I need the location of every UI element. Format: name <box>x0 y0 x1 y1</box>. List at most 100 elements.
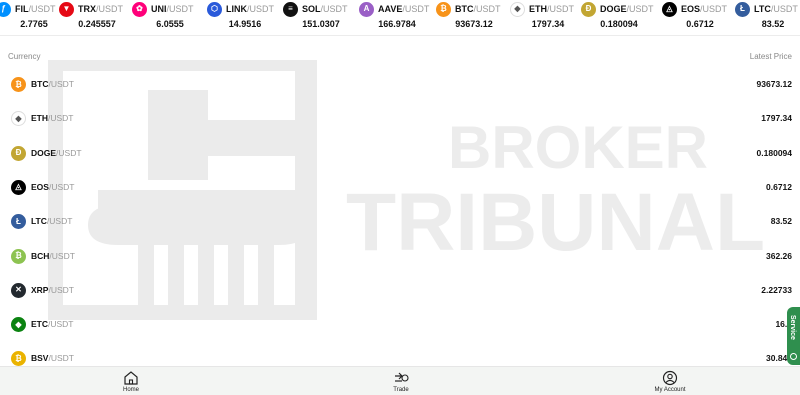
nav-home[interactable]: Home <box>101 370 161 393</box>
ticker-pair: ◆ ETH/USDT <box>510 1 574 17</box>
ticker-price: 166.9784 <box>378 19 416 29</box>
ticker-pair: ✿ UNI/USDT <box>132 1 194 17</box>
ticker-item-eth[interactable]: ◆ ETH/USDT 1797.34 <box>510 0 586 36</box>
account-icon <box>662 370 678 386</box>
trx-icon: ▼ <box>59 1 74 17</box>
aave-icon: A <box>359 1 374 17</box>
ticker-quote: /USDT <box>547 4 574 14</box>
btc-icon: ₿ <box>436 1 451 17</box>
market-latest-price: 2.22733 <box>761 284 792 295</box>
doge-icon: Ð <box>581 1 596 17</box>
nav-my-account[interactable]: My Account <box>640 370 700 393</box>
market-row-ltc[interactable]: Ł LTC/USDT 83.52 <box>0 209 800 235</box>
nav-trade[interactable]: Trade <box>371 370 431 393</box>
market-quote: /USDT <box>48 113 74 124</box>
ticker-price: 1797.34 <box>531 19 565 29</box>
market-row-eos[interactable]: ◬ EOS/USDT 0.6712 <box>0 175 800 201</box>
ticker-item-trx[interactable]: ▼ TRX/USDT 0.245557 <box>59 0 135 36</box>
currency-column-header: Currency <box>8 52 41 61</box>
doge-icon: Ð <box>11 145 26 161</box>
ticker-symbol: BTC <box>455 4 474 14</box>
market-symbol: DOGE <box>31 147 57 158</box>
market-pair: ETH/USDT <box>31 113 74 123</box>
market-latest-price: 1797.34 <box>761 113 792 124</box>
ticker-item-uni[interactable]: ✿ UNI/USDT 6.0555 <box>132 0 208 36</box>
ticker-item-doge[interactable]: Ð DOGE/USDT 0.180094 <box>581 0 657 36</box>
market-quote: /USDT <box>48 319 74 330</box>
ticker-item-link[interactable]: ⬡ LINK/USDT 14.9516 <box>207 0 283 36</box>
market-symbol: EOS <box>31 181 49 192</box>
service-dot-icon <box>790 353 797 360</box>
ticker-item-aave[interactable]: A AAVE/USDT 166.9784 <box>359 0 435 36</box>
ticker-item-sol[interactable]: ≡ SOL/USDT 151.0307 <box>283 0 359 36</box>
market-pair: ETC/USDT <box>31 319 74 329</box>
ticker-quote: /USDT <box>28 4 56 14</box>
ticker-symbol: EOS <box>681 4 701 14</box>
ticker-pair: ▼ TRX/USDT <box>59 1 123 17</box>
market-quote: /USDT <box>48 181 75 192</box>
ticker-price: 0.245557 <box>78 19 116 29</box>
market-quote: /USDT <box>48 284 74 295</box>
market-symbol: BSV <box>31 353 49 364</box>
eth-icon: ◆ <box>11 111 26 127</box>
market-row-eth[interactable]: ◆ ETH/USDT 1797.34 <box>0 106 800 132</box>
ticker-pair: ⬡ LINK/USDT <box>207 1 274 17</box>
fil-icon: ƒ <box>0 1 11 17</box>
ticker-quote: /USDT <box>626 4 654 14</box>
ticker-pair: ≡ SOL/USDT <box>283 1 348 17</box>
price-ticker: ƒ FIL/USDT 2.7765 ▼ TRX/USDT 0.245557 ✿ UNI/USD… <box>0 0 800 36</box>
market-symbol: BCH <box>31 250 50 261</box>
ticker-symbol: ETH <box>529 4 547 14</box>
ticker-symbol: AAVE <box>378 4 403 14</box>
market-row-xrp[interactable]: ✕ XRP/USDT 2.22733 <box>0 278 800 304</box>
btc-icon: ₿ <box>11 77 26 92</box>
service-label: Service <box>789 315 796 340</box>
service-tab[interactable]: Service <box>787 307 800 365</box>
link-icon: ⬡ <box>207 1 222 17</box>
uni-icon: ✿ <box>132 1 147 17</box>
ticker-quote: /USDT <box>700 4 728 14</box>
market-symbol: BTC <box>31 79 49 89</box>
ticker-item-eos[interactable]: ◬ EOS/USDT 0.6712 <box>662 0 738 36</box>
ticker-quote: /USDT <box>402 4 430 14</box>
market-symbol: ETH <box>31 113 48 124</box>
market-symbol: ETC <box>31 319 48 330</box>
xrp-icon: ✕ <box>11 282 26 298</box>
bsv-icon: ₿ <box>11 351 26 367</box>
ticker-pair: Ł LTC/USDT <box>735 1 798 17</box>
ticker-symbol: DOGE <box>600 4 627 14</box>
ticker-symbol: LINK <box>226 4 247 14</box>
ticker-item-ltc[interactable]: Ł LTC/USDT 83.52 <box>735 0 800 36</box>
eth-icon: ◆ <box>510 1 525 17</box>
ticker-pair: ₿ BTC/USDT <box>436 1 501 17</box>
market-pair: BTC/USDT <box>31 79 74 89</box>
eos-icon: ◬ <box>662 1 677 17</box>
ticker-item-btc[interactable]: ₿ BTC/USDT 93673.12 <box>436 0 512 36</box>
home-icon <box>124 371 138 385</box>
market-row-doge[interactable]: Ð DOGE/USDT 0.180094 <box>0 141 800 167</box>
market-latest-price: 93673.12 <box>756 79 792 89</box>
ticker-pair: ƒ FIL/USDT <box>0 1 56 17</box>
ticker-price: 6.0555 <box>156 19 184 29</box>
ticker-symbol: FIL <box>15 4 29 14</box>
market-row-bch[interactable]: ₿ BCH/USDT 362.26 <box>0 244 800 270</box>
ticker-symbol: TRX <box>78 4 96 14</box>
ltc-icon: Ł <box>11 214 26 230</box>
ticker-quote: /USDT <box>473 4 501 14</box>
bch-icon: ₿ <box>11 248 26 264</box>
market-row-etc[interactable]: ◆ ETC/USDT 16.8 <box>0 312 800 338</box>
market-quote: /USDT <box>46 216 73 227</box>
ticker-pair: A AAVE/USDT <box>359 1 429 17</box>
eos-icon: ◬ <box>11 179 26 195</box>
ticker-quote: /USDT <box>320 4 348 14</box>
ticker-symbol: LTC <box>754 4 771 14</box>
nav-my-account-label: My Account <box>654 387 686 393</box>
market-row-btc[interactable]: ₿ BTC/USDT 93673.12 <box>0 72 800 98</box>
market-symbol: LTC <box>31 216 47 227</box>
market-pair: EOS/USDT <box>31 182 74 192</box>
etc-icon: ◆ <box>11 317 26 333</box>
market-pair: BCH/USDT <box>31 251 75 261</box>
ticker-pair: Ð DOGE/USDT <box>581 1 654 17</box>
trade-icon <box>395 372 409 382</box>
ticker-price: 83.52 <box>761 19 785 29</box>
